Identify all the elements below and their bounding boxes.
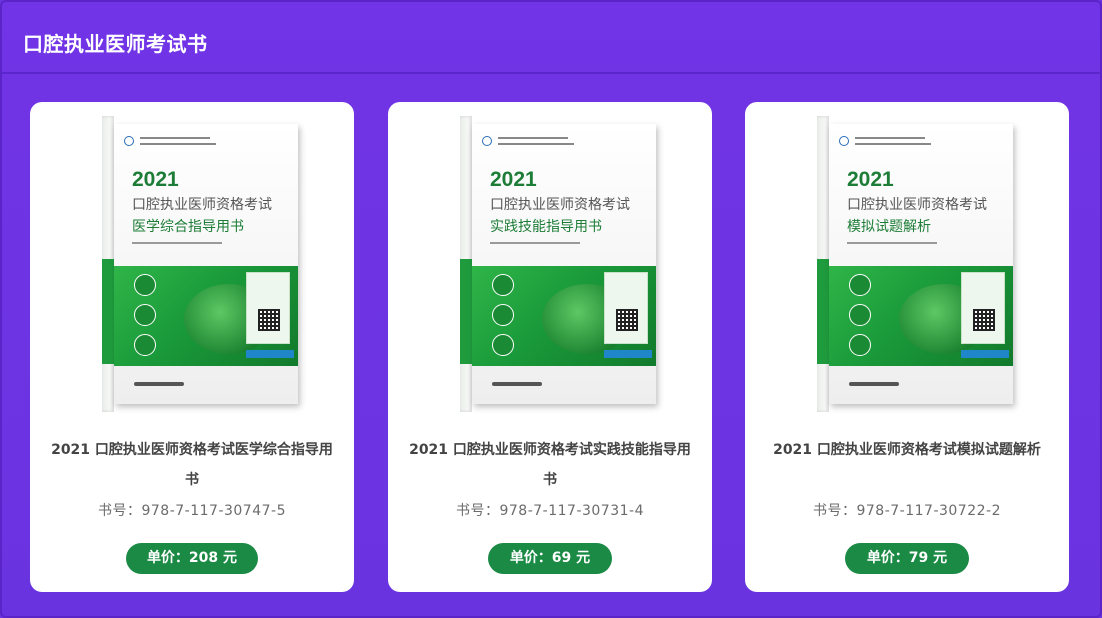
- cover-title: 口腔执业医师资格考试: [847, 197, 987, 213]
- book-spine-band: [460, 259, 472, 364]
- publisher-logo-icon: [134, 382, 184, 386]
- book-isbn: 书号：978-7-117-30747-5: [97, 503, 286, 519]
- cover-small-text: [855, 137, 925, 139]
- publisher-logo-icon: [492, 382, 542, 386]
- cover-small-text: [140, 137, 210, 139]
- cover-small-text: [855, 143, 931, 145]
- cover-tag: [961, 350, 1009, 358]
- cover-editor-line: [132, 242, 222, 244]
- price-badge: 单价：208 元: [126, 543, 258, 574]
- book-card[interactable]: 2021 口腔执业医师资格考试 实践技能指导用书 2021 口腔执业医师资格考试…: [388, 102, 712, 592]
- qr-code-icon: [616, 309, 638, 331]
- publisher-logo-icon: [849, 382, 899, 386]
- qr-panel: [604, 272, 648, 344]
- book-card[interactable]: 2021 口腔执业医师资格考试 医学综合指导用书 2021 口腔执业医师资格考试…: [30, 102, 354, 592]
- cover-editor-line: [490, 242, 580, 244]
- publisher-header: [124, 134, 244, 154]
- book-card[interactable]: 2021 口腔执业医师资格考试 模拟试题解析 2021 口腔执业医师资格考试模拟…: [745, 102, 1069, 592]
- cover-year: 2021: [490, 168, 537, 191]
- cover-year: 2021: [132, 168, 179, 191]
- book-cover-image[interactable]: 2021 口腔执业医师资格考试 医学综合指导用书: [102, 116, 298, 412]
- book-title[interactable]: 2021 口腔执业医师资格考试实践技能指导用书: [406, 435, 694, 495]
- cover-editor-line: [847, 242, 937, 244]
- cover-tag: [604, 350, 652, 358]
- publisher-logo-icon: [839, 136, 849, 146]
- seal-icon: [134, 334, 156, 356]
- qr-code-icon: [258, 309, 280, 331]
- cover-small-text: [498, 143, 574, 145]
- publisher-header: [839, 134, 959, 154]
- cover-title: 口腔执业医师资格考试: [490, 197, 630, 213]
- seal-icon: [492, 334, 514, 356]
- cover-subtitle: 模拟试题解析: [847, 219, 931, 235]
- book-front: 2021 口腔执业医师资格考试 医学综合指导用书: [114, 124, 298, 404]
- book-front: 2021 口腔执业医师资格考试 模拟试题解析: [829, 124, 1013, 404]
- book-spine-band: [102, 259, 114, 364]
- cover-small-text: [140, 143, 216, 145]
- cover-year: 2021: [847, 168, 894, 191]
- book-title[interactable]: 2021 口腔执业医师资格考试模拟试题解析: [763, 435, 1051, 465]
- seal-icon: [849, 334, 871, 356]
- seal-icon: [134, 274, 156, 296]
- cover-green-band: [472, 266, 656, 366]
- book-title[interactable]: 2021 口腔执业医师资格考试医学综合指导用书: [48, 435, 336, 495]
- qr-panel: [961, 272, 1005, 344]
- publisher-logo-icon: [124, 136, 134, 146]
- book-cover-image[interactable]: 2021 口腔执业医师资格考试 模拟试题解析: [817, 116, 1013, 412]
- cover-subtitle: 实践技能指导用书: [490, 219, 602, 235]
- book-front: 2021 口腔执业医师资格考试 实践技能指导用书: [472, 124, 656, 404]
- price-badge: 单价：79 元: [845, 543, 969, 574]
- seal-icon: [492, 274, 514, 296]
- qr-panel: [246, 272, 290, 344]
- book-spine-band: [817, 259, 829, 364]
- page-title: 口腔执业医师考试书: [23, 32, 208, 56]
- book-cover-image[interactable]: 2021 口腔执业医师资格考试 实践技能指导用书: [460, 116, 656, 412]
- seal-icon: [134, 304, 156, 326]
- seal-icon: [849, 274, 871, 296]
- page-header: 口腔执业医师考试书: [2, 2, 1102, 74]
- publisher-header: [482, 134, 602, 154]
- seal-icon: [492, 304, 514, 326]
- book-isbn: 书号：978-7-117-30722-2: [812, 503, 1001, 519]
- qr-code-icon: [973, 309, 995, 331]
- cover-green-band: [114, 266, 298, 366]
- book-isbn: 书号：978-7-117-30731-4: [455, 503, 644, 519]
- cover-small-text: [498, 137, 568, 139]
- cover-subtitle: 医学综合指导用书: [132, 219, 244, 235]
- cover-green-band: [829, 266, 1013, 366]
- cover-tag: [246, 350, 294, 358]
- page-frame: 口腔执业医师考试书 2021 口腔执业医师资格考试 医学综合指导用书 2021 …: [0, 0, 1102, 618]
- price-badge: 单价：69 元: [488, 543, 612, 574]
- seal-icon: [849, 304, 871, 326]
- publisher-logo-icon: [482, 136, 492, 146]
- cover-title: 口腔执业医师资格考试: [132, 197, 272, 213]
